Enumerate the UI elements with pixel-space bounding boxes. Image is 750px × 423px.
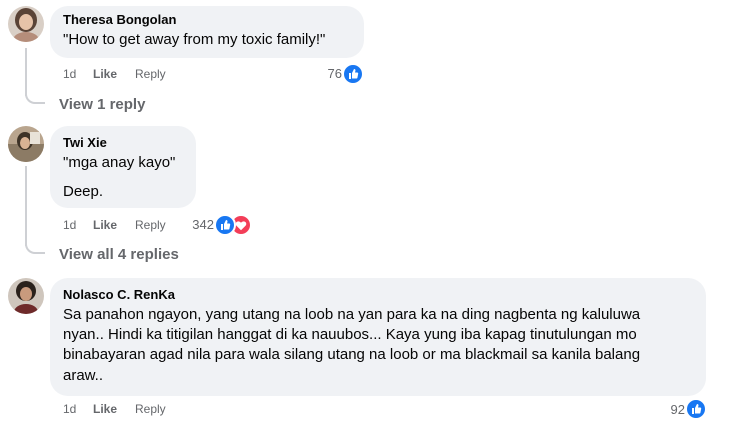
comment-text: nyan.. Hindi ka titigilan hanggat di ka … <box>63 326 637 343</box>
like-icon[interactable] <box>685 398 707 420</box>
like-button[interactable]: Like <box>93 402 117 416</box>
avatar[interactable] <box>8 278 44 314</box>
comment-timestamp[interactable]: 1d <box>63 67 76 81</box>
reaction-count[interactable]: 76 <box>310 66 342 81</box>
thread-line <box>25 166 27 246</box>
thread-line-curve <box>25 240 45 254</box>
comment-text: araw.. <box>63 367 104 384</box>
comment-author[interactable]: Twi Xie <box>63 135 107 150</box>
reply-button[interactable]: Reply <box>135 218 166 232</box>
reaction-count[interactable]: 92 <box>655 402 685 417</box>
reply-button[interactable]: Reply <box>135 67 166 81</box>
thread-line-curve <box>25 90 45 104</box>
like-icon[interactable] <box>214 214 236 236</box>
comment-text: Sa panahon ngayon, yang utang na loob na… <box>63 306 641 323</box>
reaction-count[interactable]: 342 <box>184 217 214 232</box>
comment-author[interactable]: Nolasco C. RenKa <box>63 287 175 302</box>
comment-author[interactable]: Theresa Bongolan <box>63 12 176 27</box>
like-button[interactable]: Like <box>93 218 117 232</box>
view-replies-link[interactable]: View all 4 replies <box>59 246 179 263</box>
comment-text: binabayaran agad nila para wala silang u… <box>63 346 641 363</box>
avatar[interactable] <box>8 6 44 42</box>
reply-button[interactable]: Reply <box>135 402 166 416</box>
comment-timestamp[interactable]: 1d <box>63 402 76 416</box>
comment-text: "mga anay kayo" <box>63 154 176 171</box>
comment-timestamp[interactable]: 1d <box>63 218 76 232</box>
comment-text: Deep. <box>63 183 104 200</box>
like-icon[interactable] <box>342 63 364 85</box>
like-button[interactable]: Like <box>93 67 117 81</box>
comment-text: "How to get away from my toxic family!" <box>63 31 326 48</box>
view-replies-link[interactable]: View 1 reply <box>59 96 145 113</box>
thread-line <box>25 48 27 96</box>
avatar[interactable] <box>8 126 44 162</box>
